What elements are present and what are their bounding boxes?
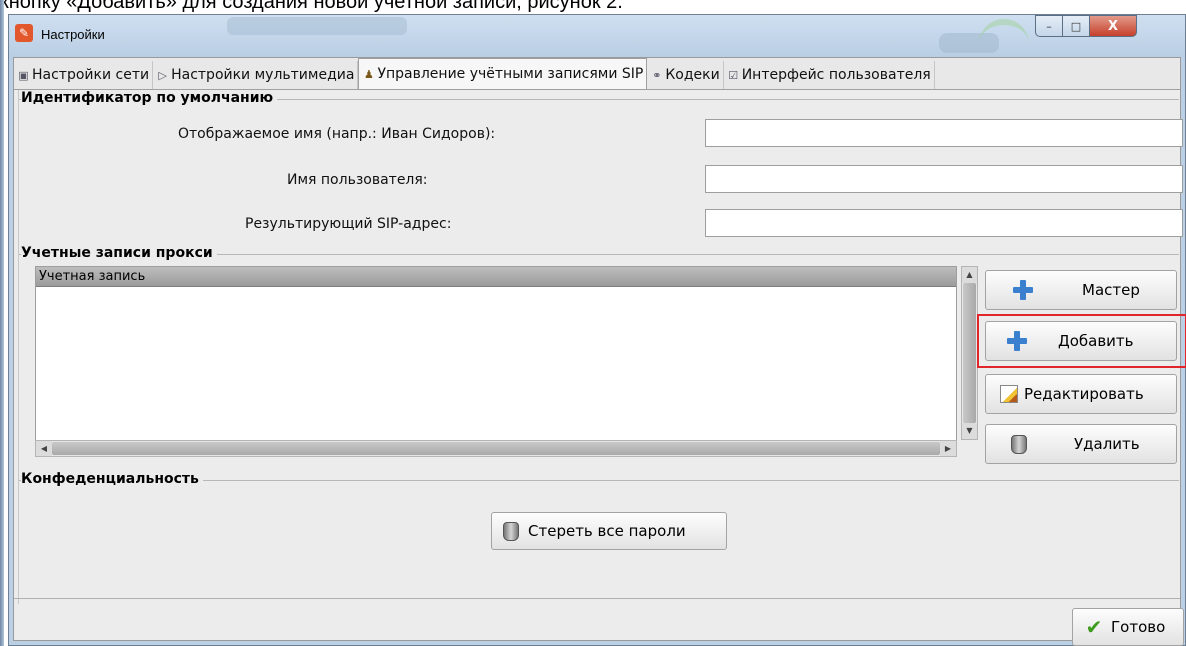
proxy-accounts-list[interactable]: Учетная запись	[35, 266, 957, 456]
scroll-down-icon[interactable]: ▼	[962, 423, 977, 439]
username-input[interactable]	[705, 165, 1183, 193]
column-header-account[interactable]: Учетная запись	[36, 267, 956, 287]
tab-user-interface[interactable]: ☑ Интерфейс пользователя	[724, 61, 935, 89]
screenshot-root: кнопку «Добавить» для создания новой уче…	[0, 0, 1186, 646]
background-blur	[979, 19, 1029, 49]
close-icon: X	[1107, 18, 1119, 34]
identity-group-title: Идентификатор по умолчанию	[21, 90, 278, 106]
delete-button[interactable]: Удалить	[985, 424, 1177, 464]
delete-label: Удалить	[1074, 435, 1140, 453]
highlight-frame	[977, 314, 1186, 368]
scroll-left-icon[interactable]: ◀	[36, 441, 52, 456]
app-icon: ✎	[15, 24, 33, 42]
users-icon: ♟	[364, 67, 374, 81]
maximize-button[interactable]: □	[1062, 15, 1090, 37]
clear-passwords-button[interactable]: Стереть все пароли	[491, 512, 727, 550]
scroll-thumb[interactable]	[963, 283, 976, 423]
horizontal-scrollbar[interactable]: ◀ ▶	[35, 440, 957, 457]
wizard-button[interactable]: Мастер	[985, 270, 1177, 310]
tab-label: Кодеки	[665, 67, 720, 83]
scroll-right-icon[interactable]: ▶	[940, 441, 956, 456]
tab-label: Управление учётными записями SIP	[377, 66, 644, 82]
scroll-up-icon[interactable]: ▲	[962, 267, 977, 283]
tab-codecs[interactable]: ⚭ Кодеки	[647, 61, 724, 89]
sip-address-input[interactable]	[705, 209, 1183, 237]
sip-accounts-panel: Идентификатор по умолчанию Отображаемое …	[18, 90, 1186, 604]
window-title: Настройки	[41, 27, 105, 42]
display-name-input[interactable]	[705, 119, 1183, 147]
checkmark-icon: ✔	[1085, 615, 1103, 639]
title-bar[interactable]: ✎ Настройки – □ X	[9, 15, 1185, 57]
edit-label: Редактировать	[1024, 385, 1144, 403]
done-button[interactable]: ✔ Готово	[1072, 608, 1184, 646]
minimize-icon: –	[1046, 19, 1052, 33]
tab-label: Интерфейс пользователя	[741, 67, 931, 83]
close-button[interactable]: X	[1089, 15, 1137, 37]
settings-content: ▣ Настройки сети ▷ Настройки мультимедиа…	[13, 57, 1186, 646]
pencil-icon	[998, 383, 1020, 405]
footer-divider	[14, 598, 1180, 599]
sip-address-label: Результирующий SIP-адрес:	[245, 216, 452, 232]
tab-label: Настройки сети	[32, 67, 150, 83]
codec-icon: ⚭	[652, 68, 662, 82]
display-name-label: Отображаемое имя (напр.: Иван Сидоров):	[178, 126, 496, 142]
tab-multimedia[interactable]: ▷ Настройки мультимедиа	[153, 61, 359, 89]
settings-window: ✎ Настройки – □ X ▣ Настройки сети ▷ Нас…	[8, 14, 1186, 646]
network-icon: ▣	[18, 68, 29, 82]
tab-network[interactable]: ▣ Настройки сети	[14, 61, 154, 89]
tab-sip-accounts[interactable]: ♟ Управление учётными записями SIP	[358, 58, 648, 89]
username-label: Имя пользователя:	[287, 172, 428, 188]
plus-icon	[1012, 279, 1034, 301]
tab-label: Настройки мультимедиа	[171, 67, 355, 83]
background-window-edge	[0, 0, 4, 646]
ui-icon: ☑	[728, 68, 739, 82]
proxy-group-title: Учетные записи прокси	[21, 245, 217, 261]
clear-passwords-label: Стереть все пароли	[528, 522, 686, 540]
done-label: Готово	[1111, 618, 1166, 636]
privacy-group-title: Конфеденциальность	[21, 471, 203, 487]
wizard-label: Мастер	[1082, 281, 1140, 299]
scroll-thumb[interactable]	[52, 442, 940, 455]
tab-bar: ▣ Настройки сети ▷ Настройки мультимедиа…	[14, 58, 1180, 90]
maximize-icon: □	[1070, 19, 1082, 33]
trash-icon	[500, 520, 522, 542]
document-caption: кнопку «Добавить» для создания новой уче…	[0, 0, 623, 13]
trash-icon	[1008, 433, 1030, 455]
background-blur	[227, 17, 407, 35]
edit-button[interactable]: Редактировать	[985, 374, 1177, 414]
multimedia-icon: ▷	[158, 68, 167, 82]
vertical-scrollbar[interactable]: ▲ ▼	[961, 266, 978, 440]
minimize-button[interactable]: –	[1035, 15, 1063, 37]
